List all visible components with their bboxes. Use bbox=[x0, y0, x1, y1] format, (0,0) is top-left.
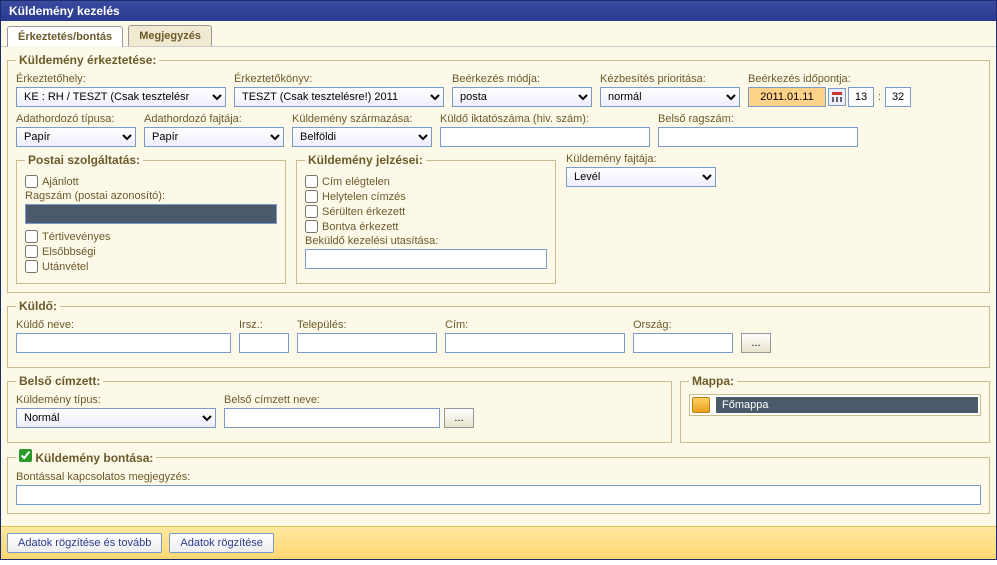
fieldset-open: Küldemény bontása: Bontással kapcsolatos… bbox=[7, 449, 990, 514]
legend-folder: Mappa: bbox=[689, 374, 737, 388]
label-prioritas: Kézbesítés prioritása: bbox=[600, 73, 740, 85]
input-ragszam[interactable] bbox=[25, 204, 277, 224]
select-erkeztetokonyv[interactable]: TESZT (Csak tesztelésre!) 2011 bbox=[234, 87, 444, 107]
fieldset-recipient: Belső címzett: Küldemény típus: Normál B… bbox=[7, 374, 672, 443]
label-bontas: Küldemény bontása: bbox=[35, 451, 153, 465]
input-belso-ragszam[interactable] bbox=[658, 127, 858, 147]
input-irsz[interactable] bbox=[239, 333, 289, 353]
select-beerkezes-modja[interactable]: posta bbox=[452, 87, 592, 107]
window-title: Küldemény kezelés bbox=[1, 1, 996, 21]
label-adathordozo-tipus: Adathordozó típusa: bbox=[16, 113, 136, 125]
legend-sender: Küldő: bbox=[16, 299, 60, 313]
legend-recipient: Belső címzett: bbox=[16, 374, 103, 388]
label-fajta: Küldemény fajtája: bbox=[566, 153, 716, 165]
tab-erkeztetes[interactable]: Érkeztetés/bontás bbox=[7, 26, 123, 47]
select-szarmazas[interactable]: Belföldi bbox=[292, 127, 432, 147]
input-orszag[interactable] bbox=[633, 333, 733, 353]
label-szarmazas: Küldemény származása: bbox=[292, 113, 432, 125]
select-kuldemeny-tipus[interactable]: Normál bbox=[16, 408, 216, 428]
save-next-button[interactable]: Adatok rögzítése és tovább bbox=[7, 533, 162, 553]
input-kuldo-neve[interactable] bbox=[16, 333, 231, 353]
input-cim[interactable] bbox=[445, 333, 625, 353]
label-erkeztetokonyv: Érkeztetőkönyv: bbox=[234, 73, 444, 85]
label-telepules: Település: bbox=[297, 319, 437, 331]
time-separator: : bbox=[876, 91, 883, 103]
input-belso-cimzett-neve[interactable] bbox=[224, 408, 440, 428]
browse-sender-button[interactable]: ... bbox=[741, 333, 771, 353]
input-kuldo-iktatoszam[interactable] bbox=[440, 127, 650, 147]
label-kuldo-iktatoszam: Küldő iktatószáma (hiv. szám): bbox=[440, 113, 650, 125]
input-hour[interactable] bbox=[848, 87, 874, 107]
fieldset-arrival: Küldemény érkeztetése: Érkeztetőhely: KE… bbox=[7, 53, 990, 293]
label-utasitas: Beküldő kezelési utasítása: bbox=[305, 235, 547, 247]
fieldset-sender: Küldő: Küldő neve: Irsz.: Település: Cím… bbox=[7, 299, 990, 368]
label-beerkezes-modja: Beérkezés módja: bbox=[452, 73, 592, 85]
checkbox-tertivevenyes[interactable] bbox=[25, 230, 38, 243]
fieldset-folder: Mappa: Főmappa bbox=[680, 374, 990, 443]
checkbox-utanvetel[interactable] bbox=[25, 260, 38, 273]
folder-label: Főmappa bbox=[716, 397, 978, 413]
folder-row[interactable]: Főmappa bbox=[689, 394, 981, 416]
label-cim-elegtelen: Cím elégtelen bbox=[322, 176, 390, 188]
label-kuldemeny-tipus: Küldemény típus: bbox=[16, 394, 216, 406]
label-belso-cimzett-neve: Belső címzett neve: bbox=[224, 394, 474, 406]
save-button[interactable]: Adatok rögzítése bbox=[169, 533, 274, 553]
folder-icon bbox=[692, 397, 710, 413]
label-tertivevenyes: Tértivevényes bbox=[42, 231, 110, 243]
fieldset-postal: Postai szolgáltatás: Ajánlott Ragszám (p… bbox=[16, 153, 286, 284]
select-prioritas[interactable]: normál bbox=[600, 87, 740, 107]
legend-markings: Küldemény jelzései: bbox=[305, 153, 426, 167]
checkbox-serulten-erkezett[interactable] bbox=[305, 205, 318, 218]
window: Küldemény kezelés Érkeztetés/bontás Megj… bbox=[0, 0, 997, 560]
checkbox-ajanlott[interactable] bbox=[25, 175, 38, 188]
checkbox-elsobbsegi[interactable] bbox=[25, 245, 38, 258]
legend-arrival: Küldemény érkeztetése: bbox=[16, 53, 159, 67]
label-orszag: Ország: bbox=[633, 319, 733, 331]
checkbox-bontas[interactable] bbox=[19, 449, 32, 462]
input-minute[interactable] bbox=[885, 87, 911, 107]
label-belso-ragszam: Belső ragszám: bbox=[658, 113, 858, 125]
checkbox-bontva-erkezett[interactable] bbox=[305, 220, 318, 233]
action-bar: Adatok rögzítése és tovább Adatok rögzít… bbox=[1, 526, 996, 559]
checkbox-cim-elegtelen[interactable] bbox=[305, 175, 318, 188]
label-adathordozo-fajta: Adathordozó fajtája: bbox=[144, 113, 284, 125]
tab-megjegyzes[interactable]: Megjegyzés bbox=[128, 25, 212, 46]
select-fajta[interactable]: Levél bbox=[566, 167, 716, 187]
browse-recipient-button[interactable]: ... bbox=[444, 408, 474, 428]
fieldset-markings: Küldemény jelzései: Cím elégtelen Helyte… bbox=[296, 153, 556, 284]
legend-postal: Postai szolgáltatás: bbox=[25, 153, 143, 167]
input-telepules[interactable] bbox=[297, 333, 437, 353]
input-date[interactable] bbox=[748, 87, 826, 107]
input-utasitas[interactable] bbox=[305, 249, 547, 269]
tab-bar: Érkeztetés/bontás Megjegyzés bbox=[1, 21, 996, 47]
input-bontas-megjegyzes[interactable] bbox=[16, 485, 981, 505]
label-idopont: Beérkezés időpontja: bbox=[748, 73, 911, 85]
label-ajanlott: Ajánlott bbox=[42, 176, 79, 188]
label-erkeztetohely: Érkeztetőhely: bbox=[16, 73, 226, 85]
label-kuldo-neve: Küldő neve: bbox=[16, 319, 231, 331]
label-cim: Cím: bbox=[445, 319, 625, 331]
label-elsobbsegi: Elsőbbségi bbox=[42, 246, 96, 258]
label-helytelen-cimzes: Helytelen címzés bbox=[322, 191, 406, 203]
select-erkeztetohely[interactable]: KE : RH / TESZT (Csak tesztelésr bbox=[16, 87, 226, 107]
legend-open: Küldemény bontása: bbox=[16, 449, 156, 465]
label-utanvetel: Utánvétel bbox=[42, 261, 88, 273]
label-bontas-megjegyzes: Bontással kapcsolatos megjegyzés: bbox=[16, 471, 981, 483]
select-adathordozo-tipus[interactable]: Papír bbox=[16, 127, 136, 147]
checkbox-helytelen-cimzes[interactable] bbox=[305, 190, 318, 203]
select-adathordozo-fajta[interactable]: Papír bbox=[144, 127, 284, 147]
calendar-icon[interactable] bbox=[828, 88, 846, 106]
label-irsz: Irsz.: bbox=[239, 319, 289, 331]
label-bontva-erkezett: Bontva érkezett bbox=[322, 221, 398, 233]
label-ragszam: Ragszám (postai azonosító): bbox=[25, 190, 277, 202]
label-serulten-erkezett: Sérülten érkezett bbox=[322, 206, 405, 218]
tab-content: Küldemény érkeztetése: Érkeztetőhely: KE… bbox=[1, 47, 996, 526]
